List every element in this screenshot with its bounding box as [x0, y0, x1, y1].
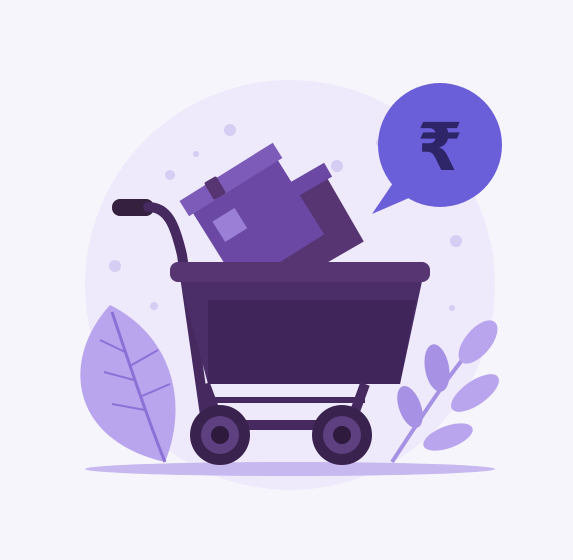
rupee-bubble-icon: ₹ [372, 83, 502, 214]
cart-wheel-right [312, 405, 372, 465]
shopping-cart-illustration: ₹ [80, 80, 502, 490]
ground-shadow [85, 462, 495, 476]
cart-wheel-left [190, 405, 250, 465]
rupee-symbol: ₹ [417, 109, 463, 186]
illustration-canvas: ₹ [0, 0, 573, 560]
